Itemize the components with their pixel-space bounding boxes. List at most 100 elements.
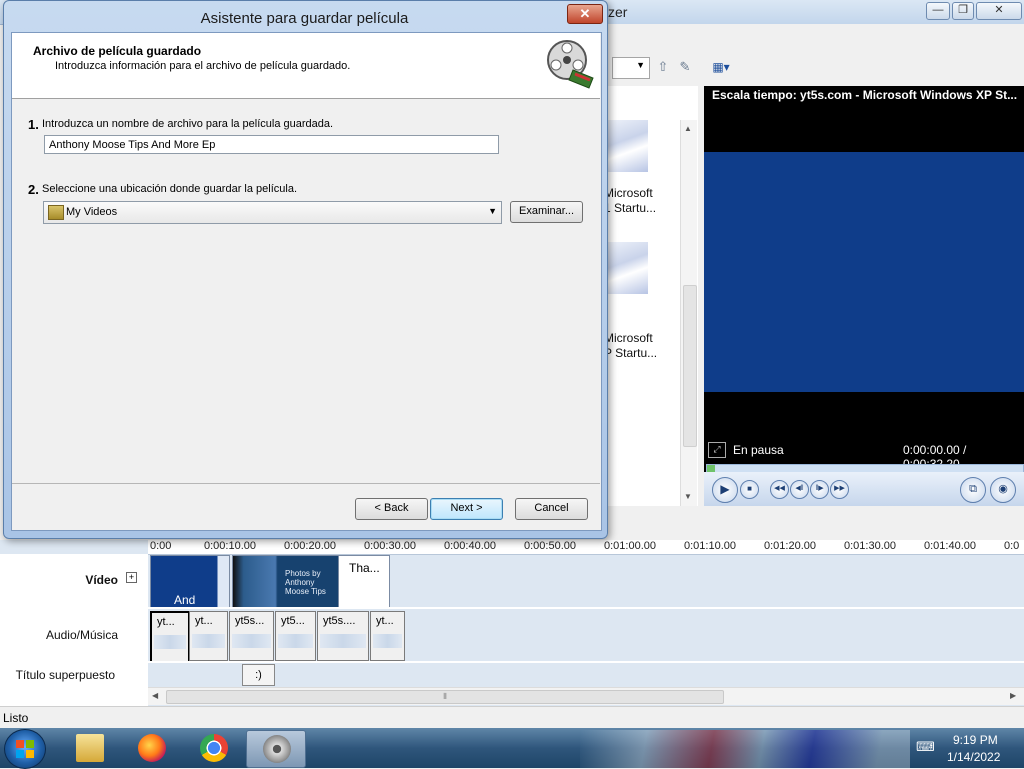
minimize-button[interactable]: — bbox=[926, 2, 950, 20]
video-clip[interactable]: Photos by Anthony Moose Tips bbox=[232, 555, 340, 608]
ruler-tick: 0:01:40.00 bbox=[924, 540, 976, 552]
collection-dropdown[interactable]: ▼ bbox=[612, 57, 650, 79]
stop-icon[interactable]: ■ bbox=[740, 480, 759, 499]
audio-clip-label: yt5s.... bbox=[323, 615, 356, 627]
snapshot-camera-icon[interactable]: ◉ bbox=[990, 477, 1016, 503]
app-title-fragment: zer bbox=[608, 4, 628, 20]
track-label-audio: Audio/Música bbox=[45, 628, 118, 642]
forward-icon[interactable]: ‖▶ bbox=[810, 480, 829, 499]
track-label-title-overlay: Título superpuesto bbox=[15, 668, 115, 682]
footer-divider bbox=[12, 483, 600, 484]
ruler-tick: 0:00:30.00 bbox=[364, 540, 416, 552]
header-title: Archivo de película guardado bbox=[33, 44, 202, 58]
taskbar-firefox[interactable] bbox=[122, 730, 180, 766]
location-value: My Videos bbox=[66, 206, 118, 218]
clock-time[interactable]: 9:19 PM bbox=[953, 733, 998, 747]
next-frame-icon[interactable]: ▶▶ bbox=[830, 480, 849, 499]
track-divider bbox=[148, 661, 1024, 663]
cancel-button[interactable]: Cancel bbox=[515, 498, 588, 520]
step-2-number: 2. bbox=[28, 182, 39, 197]
audio-clip[interactable]: yt5s.... bbox=[317, 611, 369, 661]
ruler-tick: 0:0 bbox=[1004, 540, 1020, 552]
playback-status: En pausa bbox=[733, 443, 784, 457]
start-button[interactable] bbox=[4, 729, 46, 769]
clock-date[interactable]: 1/14/2022 bbox=[947, 750, 1000, 764]
waveform bbox=[373, 634, 402, 648]
location-dropdown[interactable]: My Videos ▼ bbox=[43, 201, 502, 224]
audio-clip-label: yt... bbox=[157, 616, 175, 628]
audio-clip[interactable]: yt... bbox=[189, 611, 228, 661]
timeline-scrollbar[interactable]: ◀ ⦀ ▶ bbox=[148, 687, 1024, 705]
browse-button[interactable]: Examinar... bbox=[510, 201, 583, 223]
ruler-tick: 0:00 bbox=[150, 540, 172, 552]
ruler-tick: 0:00:20.00 bbox=[284, 540, 336, 552]
clip-caption: Microsoft bbox=[604, 331, 653, 345]
wallpaper-peek bbox=[580, 730, 910, 768]
audio-clip[interactable]: yt5... bbox=[275, 611, 316, 661]
folder-icon bbox=[76, 734, 104, 762]
scroll-left-icon[interactable]: ◀ bbox=[152, 691, 158, 700]
play-icon[interactable]: ▶ bbox=[712, 477, 738, 503]
new-folder-icon[interactable]: ✎ bbox=[676, 58, 694, 76]
back-button[interactable]: < Back bbox=[355, 498, 428, 520]
chrome-icon bbox=[200, 734, 228, 762]
taskbar-explorer[interactable] bbox=[60, 730, 118, 766]
video-clip-label: Tha... bbox=[349, 561, 380, 575]
taskbar-chrome[interactable] bbox=[184, 730, 242, 766]
waveform bbox=[232, 634, 271, 648]
audio-clip[interactable]: yt5s... bbox=[229, 611, 274, 661]
expand-track-icon[interactable]: + bbox=[126, 572, 137, 583]
track-label-video: Vídeo bbox=[85, 573, 118, 587]
title-overlay-clip[interactable]: :) bbox=[242, 664, 275, 686]
previous-frame-icon[interactable]: ◀◀ bbox=[770, 480, 789, 499]
audio-clip[interactable]: yt... bbox=[150, 611, 190, 663]
view-options-icon[interactable]: ▦▾ bbox=[706, 58, 736, 76]
step-2-instruction: Seleccione una ubicación donde guardar l… bbox=[42, 183, 298, 195]
playback-controls: ▶ ■ ◀◀ ◀‖ ‖▶ ▶▶ ⧉ ◉ bbox=[704, 472, 1024, 506]
seek-progress bbox=[707, 465, 715, 472]
clip-caption: P Startu... bbox=[604, 346, 658, 360]
scroll-up-icon[interactable]: ▲ bbox=[684, 124, 692, 133]
scroll-right-icon[interactable]: ▶ bbox=[1010, 691, 1016, 700]
audio-clip-label: yt... bbox=[376, 615, 394, 627]
video-clip[interactable]: Tha... bbox=[338, 555, 390, 608]
audio-clip-label: yt... bbox=[195, 615, 213, 627]
scroll-down-icon[interactable]: ▼ bbox=[684, 492, 692, 501]
up-folder-icon[interactable]: ⇧ bbox=[654, 58, 672, 76]
step-1-instruction: Introduzca un nombre de archivo para la … bbox=[42, 118, 334, 130]
clip-thumbnail[interactable] bbox=[606, 120, 648, 172]
status-text: Listo bbox=[3, 711, 29, 725]
rewind-icon[interactable]: ◀‖ bbox=[790, 480, 809, 499]
waveform bbox=[320, 634, 366, 648]
video-clip[interactable]: And bbox=[150, 555, 230, 608]
film-reel-icon bbox=[547, 40, 594, 89]
step-1-number: 1. bbox=[28, 117, 39, 132]
audio-clip-label: yt5s... bbox=[235, 615, 265, 627]
status-bar: Listo bbox=[0, 706, 1024, 729]
filename-input[interactable] bbox=[44, 135, 499, 154]
collections-scrollbar[interactable]: ▲ ▼ bbox=[680, 120, 697, 506]
track-divider bbox=[148, 607, 1024, 609]
ruler-tick: 0:01:10.00 bbox=[684, 540, 736, 552]
audio-clip[interactable]: yt... bbox=[370, 611, 405, 661]
split-clip-icon[interactable]: ⧉ bbox=[960, 477, 986, 503]
taskbar-movie-maker[interactable] bbox=[246, 730, 306, 768]
ruler-tick: 0:01:30.00 bbox=[844, 540, 896, 552]
scroll-thumb[interactable] bbox=[683, 285, 697, 447]
firefox-icon bbox=[138, 734, 166, 762]
chevron-down-icon: ▼ bbox=[488, 206, 497, 216]
app-close-button[interactable]: ✕ bbox=[976, 2, 1022, 20]
fullscreen-icon[interactable]: ⤢ bbox=[708, 442, 726, 458]
dialog-close-button[interactable]: ✕ bbox=[567, 4, 603, 24]
ruler-tick: 0:00:50.00 bbox=[524, 540, 576, 552]
waveform bbox=[192, 634, 225, 648]
preview-screen bbox=[704, 152, 1024, 392]
video-folder-icon bbox=[48, 205, 64, 220]
restore-button[interactable]: ❐ bbox=[952, 2, 974, 20]
chevron-down-icon: ▼ bbox=[636, 60, 645, 70]
clip-thumbnail[interactable] bbox=[606, 242, 648, 294]
scroll-thumb[interactable]: ⦀ bbox=[166, 690, 724, 704]
network-icon[interactable]: ⌨ bbox=[916, 739, 935, 755]
next-button[interactable]: Next > bbox=[430, 498, 503, 520]
video-clip-label: And bbox=[174, 593, 196, 607]
